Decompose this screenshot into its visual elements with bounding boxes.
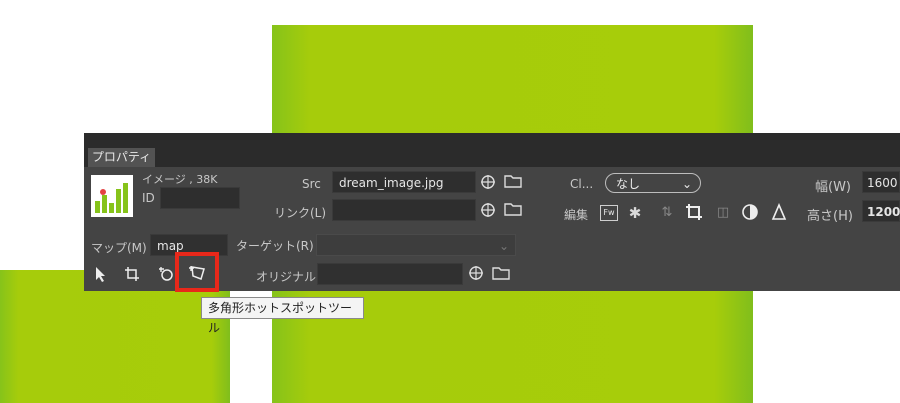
- class-label: Cl...: [570, 177, 594, 191]
- original-field[interactable]: [317, 263, 463, 285]
- id-label: ID: [142, 191, 155, 205]
- chevron-down-icon: ⌄: [498, 239, 509, 253]
- width-label: 幅(W): [815, 180, 851, 195]
- point-to-file-icon[interactable]: [480, 174, 496, 195]
- chevron-down-icon: ⌄: [681, 177, 692, 191]
- map-label: マップ(M): [91, 241, 147, 255]
- width-field[interactable]: 1600: [862, 171, 900, 193]
- id-field[interactable]: [160, 187, 240, 209]
- contrast-icon[interactable]: [740, 203, 760, 226]
- browse-link-folder-icon[interactable]: [504, 202, 522, 221]
- height-field[interactable]: 1200: [862, 200, 900, 222]
- fireworks-edit-icon[interactable]: Fw: [600, 205, 618, 221]
- resample-icon[interactable]: ⇅: [658, 205, 676, 221]
- highlight-box: [175, 252, 219, 292]
- class-select[interactable]: なし ⌄: [605, 173, 701, 193]
- thumbnail-chart-icon: [95, 183, 128, 213]
- point-to-original-icon[interactable]: [468, 265, 484, 286]
- original-label: オリジナル: [256, 270, 317, 284]
- gear-icon[interactable]: ✱: [626, 205, 644, 221]
- circle-hotspot-tool-icon[interactable]: [158, 266, 174, 287]
- src-label: Src: [302, 177, 321, 191]
- image-info-text: イメージ , 38K: [142, 173, 218, 186]
- target-label: ターゲット(R): [236, 239, 314, 253]
- sharpen-icon[interactable]: [770, 202, 788, 226]
- src-field[interactable]: dream_image.jpg: [332, 171, 476, 193]
- browse-original-folder-icon[interactable]: [492, 266, 510, 285]
- link-label: リンク(L): [274, 206, 327, 220]
- edit-label: 編集: [564, 208, 589, 222]
- panel-tabbar: プロパティ: [84, 133, 900, 167]
- tab-properties[interactable]: プロパティ: [88, 148, 155, 167]
- link-field[interactable]: [332, 199, 476, 221]
- rectangle-hotspot-tool-icon[interactable]: [124, 266, 140, 287]
- target-select[interactable]: ⌄: [316, 234, 516, 256]
- crop-icon[interactable]: [684, 203, 704, 226]
- class-select-value: なし: [616, 177, 641, 191]
- image-thumbnail: [91, 175, 133, 217]
- pointer-hotspot-tool-icon[interactable]: [94, 266, 108, 287]
- tooltip: 多角形ホットスポットツール: [201, 297, 364, 335]
- browse-folder-icon[interactable]: [504, 174, 522, 193]
- height-label: 高さ(H): [807, 209, 853, 224]
- brightness-contrast-icon[interactable]: ◫: [714, 205, 732, 221]
- point-to-link-icon[interactable]: [480, 202, 496, 223]
